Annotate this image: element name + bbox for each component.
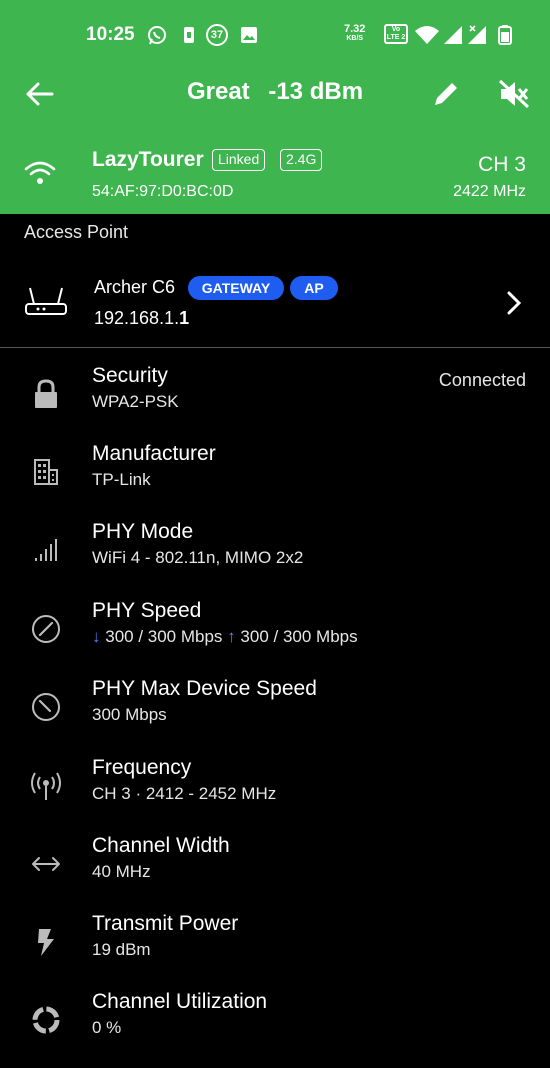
battery-icon <box>494 24 516 46</box>
lock-icon <box>28 376 64 412</box>
row-phy-mode: PHY Mode WiFi 4 - 802.11n, MIMO 2x2 <box>0 520 550 598</box>
network-mac: 54:AF:97:D0:BC:0D <box>92 183 234 200</box>
volume-off-icon <box>498 79 530 109</box>
ap-badge: AP <box>290 276 338 300</box>
security-title: Security <box>92 364 168 387</box>
pencil-icon <box>435 83 457 105</box>
notification-badge: 37 <box>206 24 228 46</box>
header: 10:25 37 7.32 KB/S Vo LTE 2 Great -13 dB… <box>0 0 550 214</box>
frequency-title: Frequency <box>92 756 192 779</box>
linked-badge: Linked <box>212 149 266 171</box>
phy-mode-value: WiFi 4 - 802.11n, MIMO 2x2 <box>92 548 304 567</box>
whatsapp-icon <box>146 24 168 46</box>
row-transmit-power: Transmit Power 19 dBm <box>0 912 550 990</box>
row-phy-max-speed: PHY Max Device Speed 300 Mbps <box>0 677 550 755</box>
row-channel-width: Channel Width 40 MHz <box>0 834 550 912</box>
row-manufacturer: Manufacturer TP-Link <box>0 442 550 520</box>
signal-title: Great -13 dBm <box>0 78 550 106</box>
row-frequency: Frequency CH 3 · 2412 - 2452 MHz <box>0 756 550 834</box>
ap-ip-host: 1 <box>179 308 190 328</box>
divider <box>0 347 550 348</box>
access-point-row[interactable]: Archer C6 GATEWAY AP 192.168.1.1 <box>0 260 550 348</box>
network-summary: LazyTourer Linked 2.4G 54:AF:97:D0:BC:0D… <box>0 140 550 214</box>
phy-max-title: PHY Max Device Speed <box>92 677 317 700</box>
security-value: WPA2-PSK <box>92 392 179 411</box>
net-speed-unit: KB/S <box>346 35 364 42</box>
edit-button[interactable] <box>430 78 462 110</box>
ap-name: Archer C6 <box>94 277 176 297</box>
bolt-icon <box>28 924 64 960</box>
channel-utilization-title: Channel Utilization <box>92 990 268 1013</box>
manufacturer-value: TP-Link <box>92 470 151 489</box>
speedometer-icon <box>28 611 64 647</box>
phy-speed-down: 300 / 300 Mbps <box>105 627 223 646</box>
phy-max-value: 300 Mbps <box>92 705 167 724</box>
ap-ip: 192.168.1.1 <box>94 308 189 329</box>
ap-ip-prefix: 192.168.1. <box>94 308 180 328</box>
transmit-power-title: Transmit Power <box>92 912 239 935</box>
row-channel-utilization: Channel Utilization 0 % <box>0 990 550 1068</box>
gateway-badge: GATEWAY <box>188 276 284 300</box>
image-icon <box>238 24 260 46</box>
net-speed-value: 7.32 <box>344 23 366 35</box>
phone-icon <box>178 24 200 46</box>
phy-speed-up: 300 / 300 Mbps <box>240 627 358 646</box>
phy-speed-title: PHY Speed <box>92 599 202 622</box>
phy-mode-title: PHY Mode <box>92 520 194 543</box>
signal-icon <box>442 24 464 46</box>
transmit-power-value: 19 dBm <box>92 940 151 959</box>
chevron-right-icon <box>504 290 524 316</box>
band-badge: 2.4G <box>280 149 323 171</box>
net-speed: 7.32 KB/S <box>344 24 365 44</box>
network-channel: CH 3 <box>478 153 526 176</box>
signal-bars-icon <box>28 532 64 568</box>
frequency-value: CH 3 · 2412 - 2452 MHz <box>92 784 277 803</box>
signal-strength: -13 dBm <box>268 78 364 105</box>
mute-button[interactable] <box>497 78 531 110</box>
row-phy-speed: PHY Speed ↓ 300 / 300 Mbps ↑ 300 / 300 M… <box>0 599 550 677</box>
status-bar: 10:25 37 7.32 KB/S Vo LTE 2 <box>0 0 550 68</box>
phy-speed-values: ↓ 300 / 300 Mbps ↑ 300 / 300 Mbps <box>92 627 358 647</box>
volte-badge: Vo LTE 2 <box>384 24 408 44</box>
arrow-down-icon: ↓ <box>92 627 101 646</box>
antenna-icon <box>28 768 64 804</box>
connection-status: Connected <box>438 370 526 390</box>
donut-chart-icon <box>28 1002 64 1038</box>
channel-utilization-value: 0 % <box>92 1018 122 1037</box>
toolbar: Great -13 dBm <box>0 68 550 120</box>
row-security: Security WPA2-PSK Connected <box>0 364 550 442</box>
channel-width-value: 40 MHz <box>92 862 151 881</box>
network-frequency: 2422 MHz <box>453 183 526 200</box>
network-ssid: LazyTourer <box>92 148 204 171</box>
section-label-access-point: Access Point <box>24 222 129 242</box>
signal-quality: Great <box>186 78 250 105</box>
channel-width-title: Channel Width <box>92 834 230 857</box>
signal-no-data-icon <box>466 24 488 46</box>
building-icon <box>28 454 64 490</box>
manufacturer-title: Manufacturer <box>92 442 216 465</box>
wifi-status-icon <box>414 24 440 46</box>
arrow-up-icon: ↑ <box>227 627 236 646</box>
wifi-icon <box>24 160 56 186</box>
router-icon <box>24 284 68 318</box>
speedometer-icon <box>28 689 64 725</box>
status-time: 10:25 <box>86 24 135 45</box>
width-arrows-icon <box>28 846 64 882</box>
